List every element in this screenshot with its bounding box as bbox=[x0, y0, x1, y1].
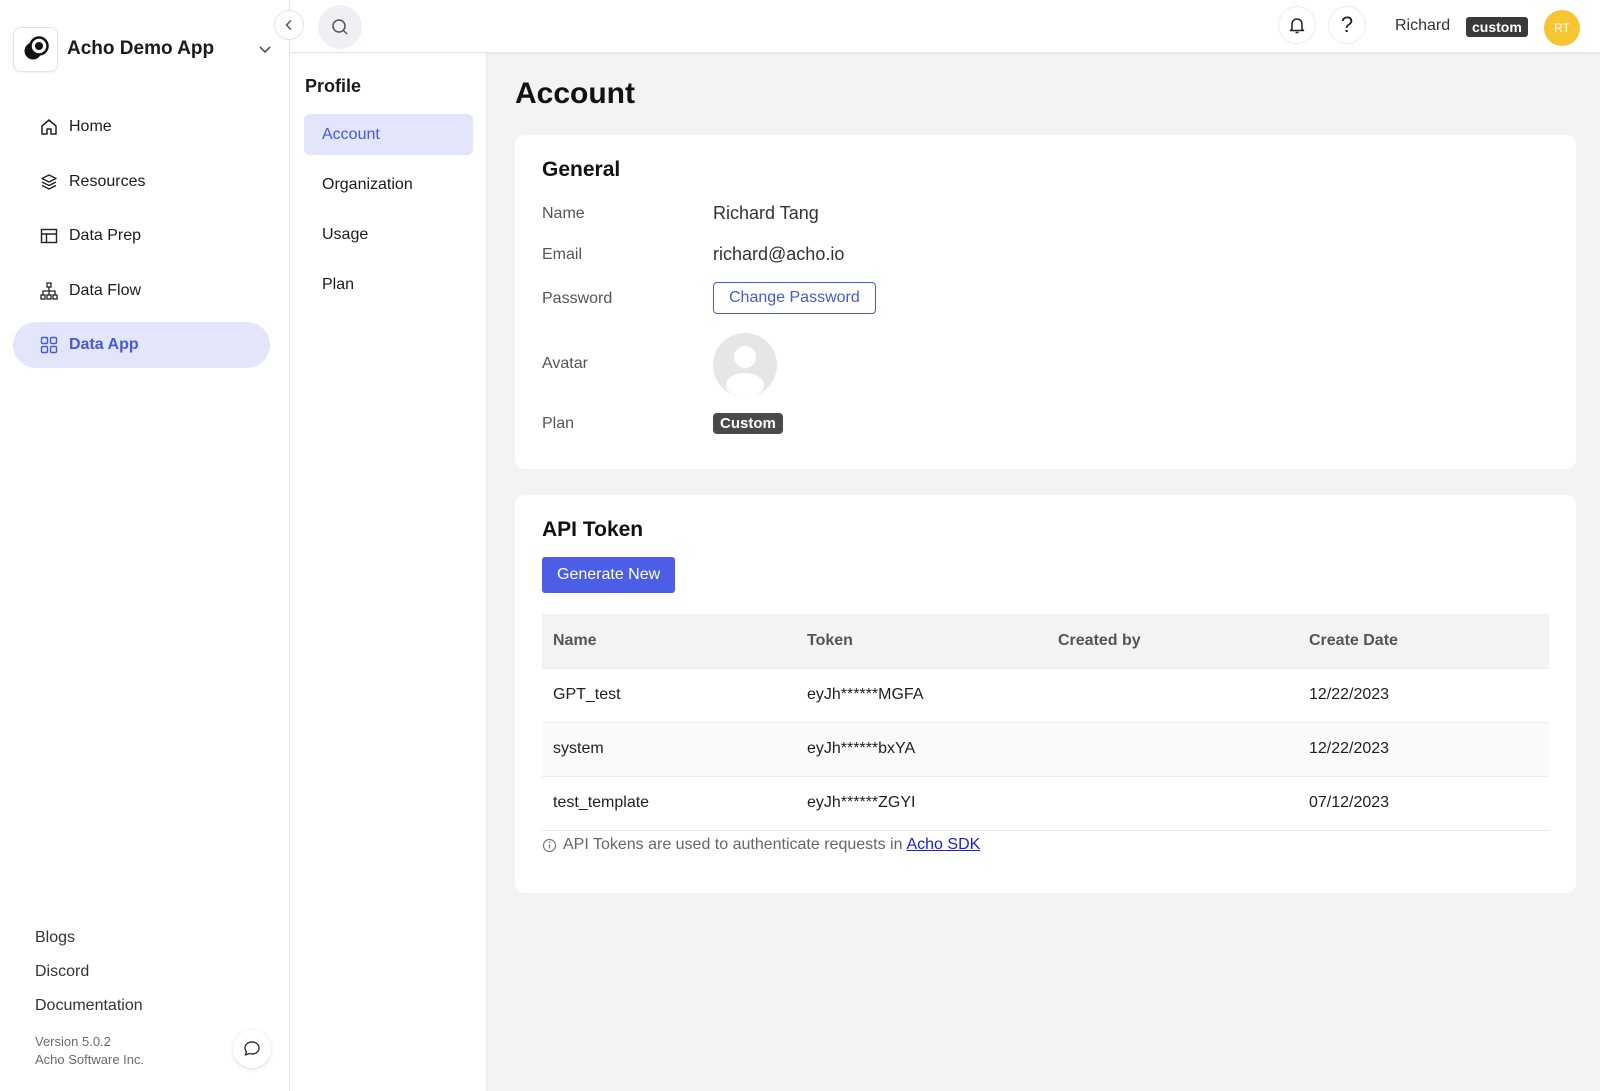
layers-icon bbox=[41, 173, 57, 190]
sidebar-item-resources[interactable]: Resources bbox=[13, 159, 270, 205]
generate-new-button[interactable]: Generate New bbox=[542, 557, 676, 593]
token-table: Name Token Created by Create Date GPT_te… bbox=[542, 614, 1549, 831]
help-button[interactable]: ? bbox=[1328, 6, 1366, 44]
sidebar-item-data-app[interactable]: Data App bbox=[13, 322, 270, 368]
plan-chip: custom bbox=[1466, 17, 1528, 37]
change-password-button[interactable]: Change Password bbox=[713, 282, 876, 314]
avatar-label: Avatar bbox=[542, 355, 588, 372]
discord-link[interactable]: Discord bbox=[35, 961, 143, 995]
column-header-name[interactable]: Name bbox=[542, 614, 796, 668]
column-header-created-by[interactable]: Created by bbox=[1047, 614, 1298, 668]
column-header-token[interactable]: Token bbox=[796, 614, 1047, 668]
info-icon bbox=[542, 838, 557, 852]
sidebar-item-data-flow[interactable]: Data Flow bbox=[13, 268, 270, 314]
grid-icon bbox=[40, 336, 58, 354]
user-avatar[interactable]: RT bbox=[1544, 10, 1580, 46]
main-content: Account General Name Richard Tang Email … bbox=[487, 53, 1600, 1091]
token-value-cell: eyJh******MGFA bbox=[796, 667, 1047, 723]
subnav-item-usage[interactable]: Usage bbox=[304, 214, 473, 255]
chevron-down-icon bbox=[259, 46, 271, 54]
created-by-cell bbox=[1047, 667, 1298, 723]
sidebar-item-home[interactable]: Home bbox=[13, 104, 270, 150]
subnav-list: Account Organization Usage Plan bbox=[304, 114, 473, 314]
table-icon bbox=[40, 228, 58, 244]
subnav-item-account[interactable]: Account bbox=[304, 114, 473, 155]
token-name-cell: GPT_test bbox=[542, 667, 796, 723]
subnav-item-organization[interactable]: Organization bbox=[304, 164, 473, 205]
top-bar: ? Richard custom RT bbox=[290, 0, 1600, 53]
profile-subnav: Profile Account Organization Usage Plan bbox=[290, 53, 487, 1091]
bell-icon bbox=[1289, 18, 1305, 34]
name-value: Richard Tang bbox=[713, 203, 819, 223]
created-by-cell bbox=[1047, 775, 1298, 831]
created-by-cell bbox=[1047, 721, 1298, 777]
table-row[interactable]: test_template eyJh******ZGYI 07/12/2023 bbox=[542, 775, 1549, 831]
table-row[interactable]: system eyJh******bxYA 12/22/2023 bbox=[542, 721, 1549, 777]
acho-logo-icon bbox=[13, 26, 58, 72]
search-button[interactable] bbox=[318, 5, 362, 49]
token-value-cell: eyJh******ZGYI bbox=[796, 775, 1047, 831]
main-nav: Home Resources Data Prep Data Flow Data … bbox=[13, 104, 270, 377]
page-title: Account bbox=[515, 77, 635, 110]
sidebar-item-label: Data Flow bbox=[69, 281, 142, 299]
blogs-link[interactable]: Blogs bbox=[35, 927, 143, 961]
chat-button[interactable] bbox=[233, 1030, 271, 1068]
sidebar-item-data-prep[interactable]: Data Prep bbox=[13, 213, 270, 259]
sidebar-item-label: Data Prep bbox=[69, 227, 142, 244]
collapse-sidebar-button[interactable] bbox=[274, 10, 304, 40]
create-date-cell: 12/22/2023 bbox=[1298, 721, 1549, 777]
subnav-item-plan[interactable]: Plan bbox=[304, 264, 473, 305]
table-header-row: Name Token Created by Create Date bbox=[542, 614, 1549, 668]
user-name[interactable]: Richard bbox=[1395, 17, 1450, 35]
documentation-link[interactable]: Documentation bbox=[35, 995, 143, 1029]
password-label: Password bbox=[542, 290, 613, 307]
token-name-cell: system bbox=[542, 721, 796, 777]
api-token-card: API Token Generate New Name Token Create… bbox=[515, 495, 1576, 893]
user-silhouette-icon bbox=[726, 346, 764, 397]
sidebar-item-label: Resources bbox=[69, 172, 146, 190]
create-date-cell: 12/22/2023 bbox=[1298, 667, 1549, 723]
token-name-cell: test_template bbox=[542, 775, 796, 831]
notifications-button[interactable] bbox=[1278, 6, 1316, 44]
create-date-cell: 07/12/2023 bbox=[1298, 775, 1549, 831]
chevron-left-icon bbox=[285, 19, 292, 31]
sidebar-item-label: Home bbox=[69, 118, 112, 135]
subnav-title: Profile bbox=[305, 76, 362, 96]
footer-links: Blogs Discord Documentation bbox=[35, 927, 143, 1029]
avatar-placeholder[interactable] bbox=[713, 333, 777, 397]
version-text: Version 5.0.2 bbox=[35, 1034, 111, 1049]
home-icon bbox=[41, 119, 57, 135]
search-icon bbox=[332, 19, 348, 35]
general-title: General bbox=[542, 158, 621, 181]
app-name: Acho Demo App bbox=[67, 38, 215, 59]
app-switcher[interactable]: Acho Demo App bbox=[13, 26, 275, 72]
column-header-create-date[interactable]: Create Date bbox=[1298, 614, 1549, 668]
plan-badge: Custom bbox=[713, 413, 783, 434]
api-token-title: API Token bbox=[542, 518, 644, 541]
email-value: richard@acho.io bbox=[713, 244, 845, 264]
question-mark-icon: ? bbox=[1340, 12, 1354, 37]
chat-bubble-icon bbox=[244, 1041, 260, 1056]
token-value-cell: eyJh******bxYA bbox=[796, 721, 1047, 777]
company-text: Acho Software Inc. bbox=[35, 1052, 145, 1067]
version-info: Version 5.0.2 Acho Software Inc. bbox=[35, 1033, 144, 1069]
api-token-note: API Tokens are used to authenticate requ… bbox=[542, 836, 980, 854]
flow-icon bbox=[40, 281, 58, 300]
left-sidebar: Acho Demo App Home Resources Data Prep D… bbox=[0, 0, 290, 1091]
sidebar-item-label: Data App bbox=[69, 336, 139, 353]
general-card: General Name Richard Tang Email richard@… bbox=[515, 135, 1576, 469]
api-note-text: API Tokens are used to authenticate requ… bbox=[563, 836, 903, 853]
name-label: Name bbox=[542, 205, 585, 222]
plan-label: Plan bbox=[542, 415, 575, 432]
email-label: Email bbox=[542, 246, 583, 263]
table-row[interactable]: GPT_test eyJh******MGFA 12/22/2023 bbox=[542, 667, 1549, 723]
acho-sdk-link[interactable]: Acho SDK bbox=[906, 836, 980, 854]
